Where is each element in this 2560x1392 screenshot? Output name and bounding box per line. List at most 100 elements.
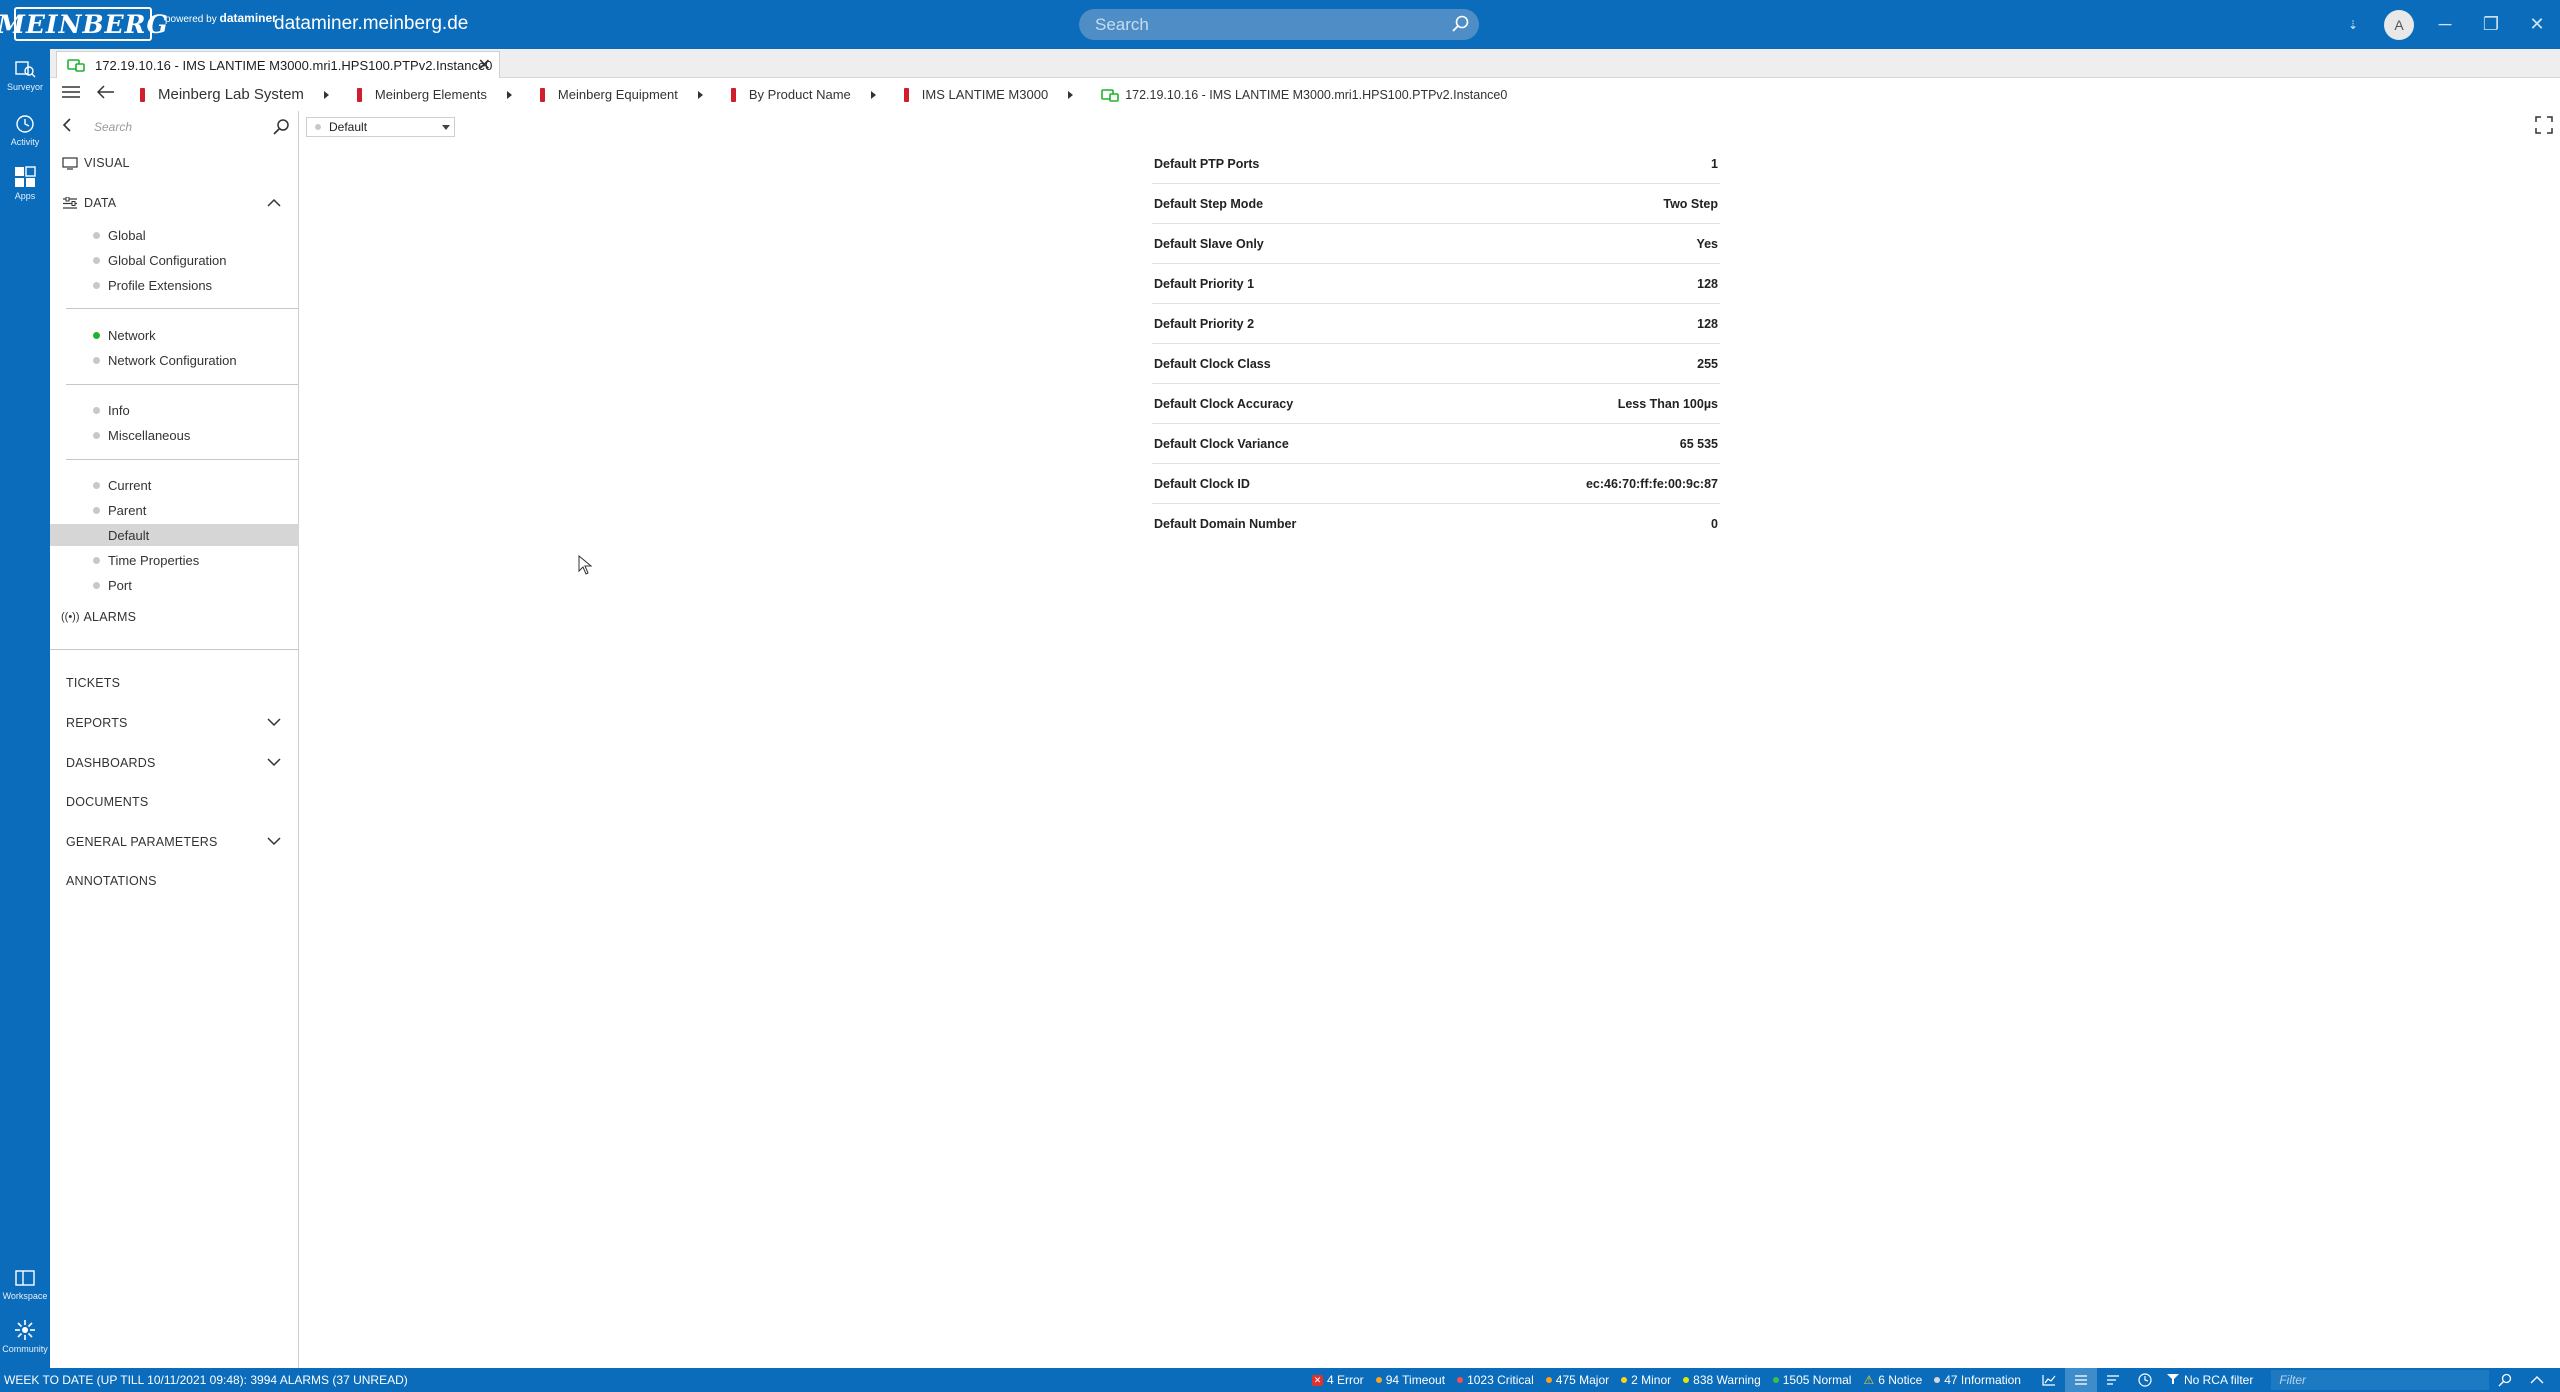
notice-count[interactable]: ⚠ 6 Notice <box>1863 1373 1922 1387</box>
breadcrumb-label: Meinberg Elements <box>374 87 487 102</box>
parameter-row: Default Domain Number 0 <box>1152 504 1720 544</box>
sidebar-item-network[interactable]: Network <box>50 326 299 344</box>
breadcrumb-separator-icon[interactable] <box>697 90 703 99</box>
hamburger-menu-icon[interactable] <box>62 85 80 104</box>
alarms-section[interactable]: ((•)) ALARMS <box>50 608 299 626</box>
annotations-section[interactable]: ANNOTATIONS <box>50 872 299 890</box>
parameter-value[interactable]: ec:46:70:ff:fe:00:9c:87 <box>1586 477 1718 491</box>
parameter-value[interactable]: Less Than 100µs <box>1618 397 1718 411</box>
parameter-value[interactable]: 65 535 <box>1680 437 1718 451</box>
caret-down-icon[interactable] <box>442 125 450 130</box>
history-clock-icon[interactable] <box>2129 1368 2161 1392</box>
chevron-left-icon[interactable] <box>62 118 72 136</box>
sidebar-item-label: Time Properties <box>108 552 200 568</box>
global-search-input[interactable]: Search <box>1079 9 1479 40</box>
close-window-icon[interactable]: ✕ <box>2514 0 2560 49</box>
rail-community[interactable]: Community <box>0 1319 50 1354</box>
parameter-row: Default Clock Accuracy Less Than 100µs <box>1152 384 1720 424</box>
instance-dropdown[interactable]: Default <box>306 117 455 137</box>
chevron-down-icon[interactable] <box>267 714 281 730</box>
breadcrumb: Meinberg Lab System Meinberg Elements Me… <box>140 86 1507 103</box>
sort-icon[interactable] <box>2097 1368 2129 1392</box>
data-section[interactable]: DATA <box>50 195 299 211</box>
chevron-up-icon[interactable] <box>267 195 281 211</box>
meinberg-logo[interactable]: MEINBERG <box>0 7 168 41</box>
sidebar-item-profile-extensions[interactable]: Profile Extensions <box>50 276 299 294</box>
breadcrumb-separator-icon[interactable] <box>1068 90 1074 99</box>
close-tab-icon[interactable]: ✕ <box>478 55 491 75</box>
minor-count[interactable]: 2 Minor <box>1621 1373 1671 1387</box>
back-arrow-icon[interactable] <box>96 85 115 104</box>
list-view-icon[interactable] <box>2064 1368 2097 1392</box>
fullscreen-icon[interactable] <box>2535 116 2553 134</box>
breadcrumb-item[interactable]: Meinberg Lab System <box>140 86 304 103</box>
parameter-value[interactable]: 128 <box>1697 317 1718 331</box>
documents-section[interactable]: DOCUMENTS <box>50 793 299 811</box>
chevron-down-icon[interactable] <box>267 833 281 849</box>
breadcrumb-separator-icon[interactable] <box>506 90 512 99</box>
breadcrumb-item[interactable]: Meinberg Equipment <box>539 87 678 102</box>
restore-icon[interactable]: ❐ <box>2468 0 2514 49</box>
parameter-value[interactable]: 128 <box>1697 277 1718 291</box>
critical-count[interactable]: 1023 Critical <box>1457 1373 1534 1387</box>
dashboards-section[interactable]: DASHBOARDS <box>50 754 299 772</box>
rail-workspace[interactable]: Workspace <box>0 1268 50 1301</box>
trend-chart-icon[interactable] <box>2033 1368 2065 1392</box>
sidebar-item-parent[interactable]: Parent <box>50 501 299 519</box>
search-icon[interactable] <box>1451 14 1471 34</box>
dropdown-value: Default <box>329 120 368 134</box>
breadcrumb-item[interactable]: By Product Name <box>730 87 851 102</box>
sidebar-item-global-configuration[interactable]: Global Configuration <box>50 251 299 269</box>
panel-search-input[interactable]: Search <box>94 117 270 139</box>
sidebar-item-label: Port <box>108 577 132 593</box>
parameter-label: Default Domain Number <box>1154 517 1297 531</box>
alarm-filter-input[interactable]: Filter <box>2271 1370 2490 1390</box>
sidebar-item-global[interactable]: Global <box>50 226 299 244</box>
parameter-value[interactable]: 1 <box>1711 157 1718 171</box>
timeout-count[interactable]: 94 Timeout <box>1375 1373 1445 1387</box>
sidebar-item-info[interactable]: Info <box>50 401 299 419</box>
user-menu[interactable]: A <box>2376 0 2422 49</box>
avatar[interactable]: A <box>2384 9 2414 40</box>
dashboards-label: DASHBOARDS <box>66 756 156 770</box>
tickets-section[interactable]: TICKETS <box>50 674 299 692</box>
parameter-label: Default Slave Only <box>1154 236 1264 251</box>
search-icon[interactable] <box>272 118 290 136</box>
alarm-summary[interactable]: WEEK TO DATE (UP TILL 10/11/2021 09:48):… <box>4 1373 408 1387</box>
major-count[interactable]: 475 Major <box>1545 1373 1609 1387</box>
general-parameters-section[interactable]: GENERAL PARAMETERS <box>50 833 299 851</box>
parameter-value[interactable]: 0 <box>1711 517 1718 531</box>
breadcrumb-item[interactable]: IMS LANTIME M3000 <box>903 87 1048 102</box>
chevron-up-icon[interactable] <box>2521 1368 2553 1392</box>
minor-dot <box>1621 1377 1628 1383</box>
tab-element[interactable]: 172.19.10.16 - IMS LANTIME M3000.mri1.HP… <box>56 51 500 78</box>
reports-section[interactable]: REPORTS <box>50 714 299 732</box>
element-card-icon <box>67 59 85 72</box>
sidebar-item-time-properties[interactable]: Time Properties <box>50 551 299 569</box>
parameter-value[interactable]: Yes <box>1696 237 1718 251</box>
sidebar-item-default[interactable]: Default <box>50 524 299 546</box>
search-icon[interactable] <box>2489 1368 2521 1392</box>
breadcrumb-item[interactable]: Meinberg Elements <box>356 87 487 102</box>
sidebar-item-port[interactable]: Port <box>50 576 299 594</box>
sidebar-item-network-configuration[interactable]: Network Configuration <box>50 351 299 369</box>
breadcrumb-separator-icon[interactable] <box>870 90 876 99</box>
sidebar-item-current[interactable]: Current <box>50 476 299 494</box>
visual-section[interactable]: VISUAL <box>50 155 299 171</box>
information-count[interactable]: 47 Information <box>1934 1373 2021 1387</box>
error-count[interactable]: ✕ 4 Error <box>1312 1373 1364 1387</box>
breadcrumb-separator-icon[interactable] <box>323 90 329 99</box>
normal-count[interactable]: 1505 Normal <box>1772 1373 1851 1387</box>
more-options-icon[interactable]: ⇣ <box>2330 0 2376 49</box>
minimize-icon[interactable]: ─ <box>2422 0 2468 49</box>
parameter-value[interactable]: 255 <box>1697 357 1718 371</box>
rca-filter[interactable]: No RCA filter <box>2166 1373 2253 1388</box>
warning-count[interactable]: 838 Warning <box>1683 1373 1761 1387</box>
sidebar-item-miscellaneous[interactable]: Miscellaneous <box>50 426 299 444</box>
parameter-value[interactable]: Two Step <box>1663 197 1718 211</box>
rail-surveyor[interactable]: Surveyor <box>0 59 50 92</box>
rail-activity[interactable]: Activity <box>0 114 50 147</box>
breadcrumb-item-current[interactable]: 172.19.10.16 - IMS LANTIME M3000.mri1.HP… <box>1101 88 1507 102</box>
rail-apps[interactable]: Apps <box>0 166 50 201</box>
chevron-down-icon[interactable] <box>267 754 281 770</box>
